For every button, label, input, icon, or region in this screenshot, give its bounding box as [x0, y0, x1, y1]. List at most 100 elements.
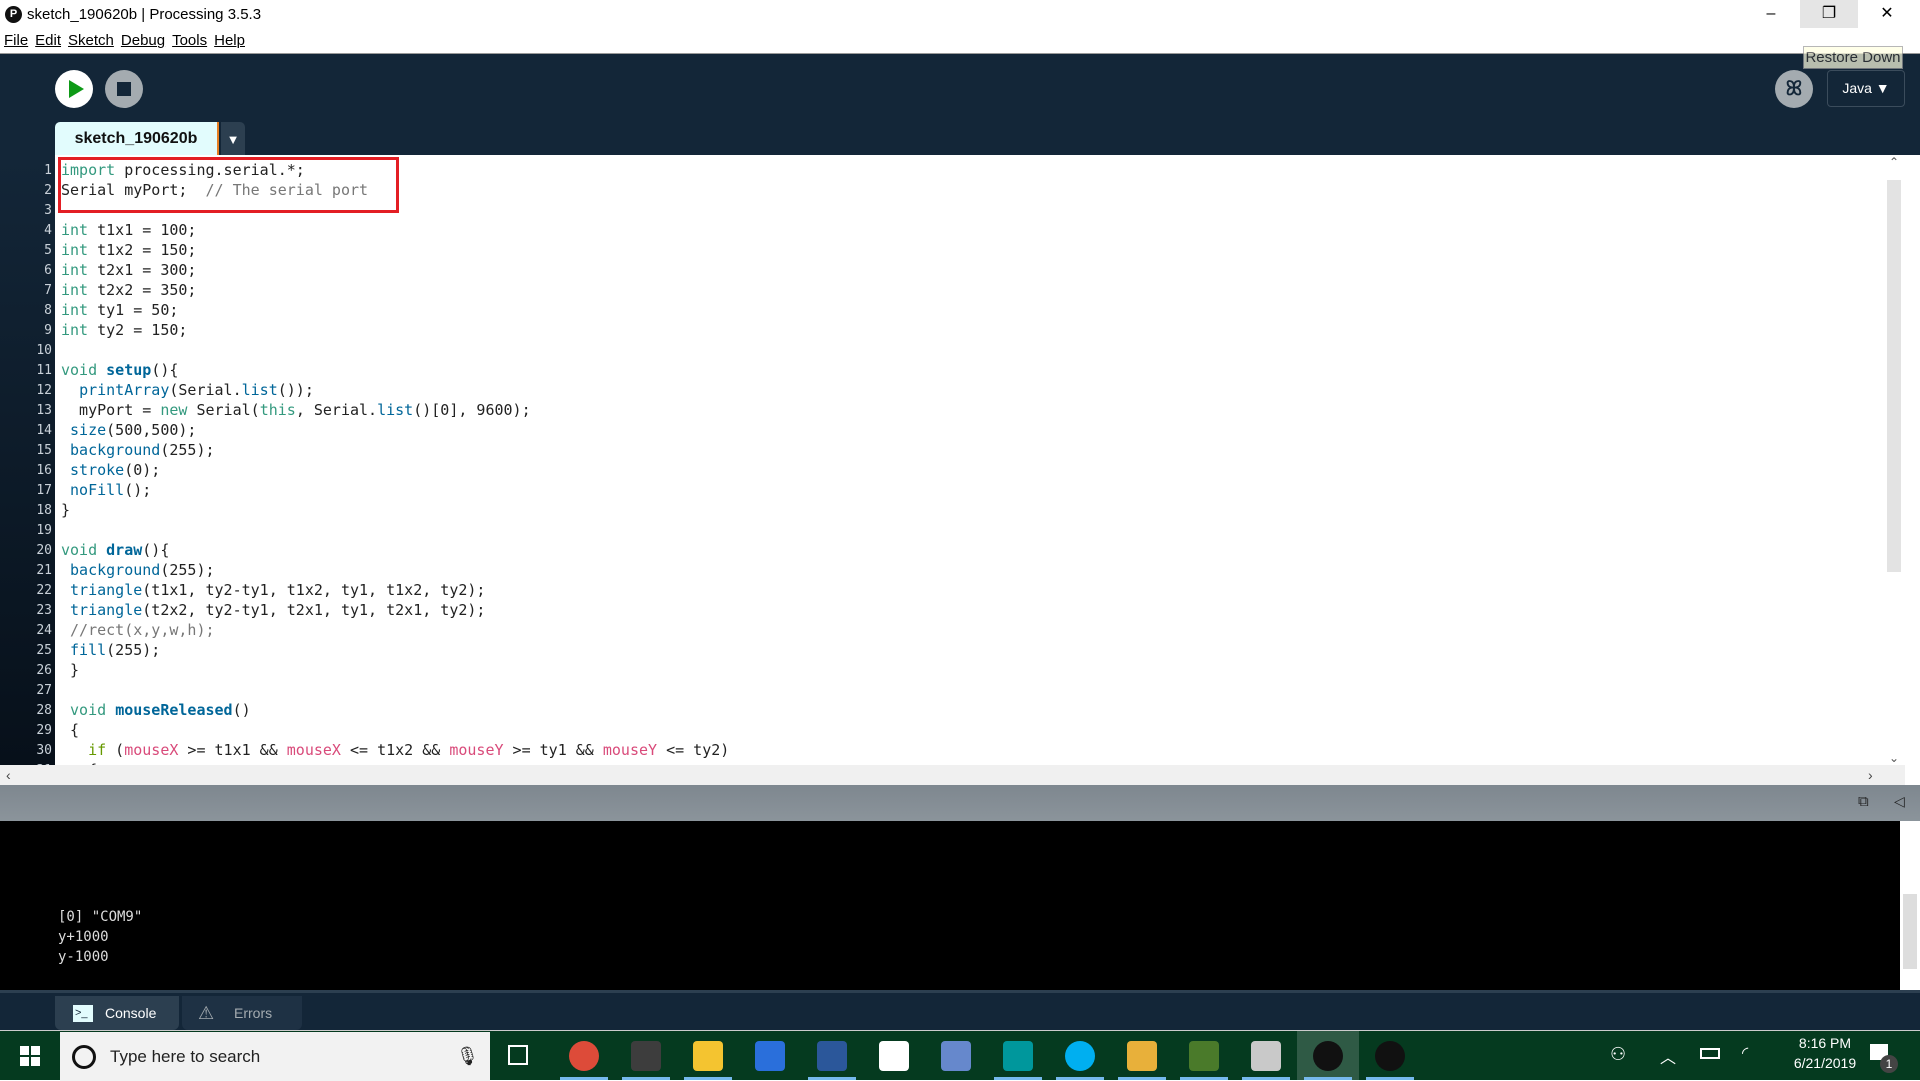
- processing-icon[interactable]: [1313, 1041, 1343, 1071]
- paint-icon[interactable]: [1251, 1041, 1281, 1071]
- code-token: t1x1 = 100;: [88, 221, 197, 239]
- console-output: [0] "COM9" y+1000 y-1000: [0, 821, 1905, 990]
- menu-debug[interactable]: Debug: [121, 30, 165, 52]
- editor-horizontal-scrollbar[interactable]: ‹ ›: [0, 765, 1905, 785]
- clock[interactable]: 8:16 PM 6/21/2019: [1780, 1035, 1870, 1071]
- code-token: ()[0], 9600);: [413, 401, 531, 419]
- code-line[interactable]: }: [61, 501, 70, 519]
- file-explorer-icon[interactable]: [693, 1041, 723, 1071]
- code-token: t2x1 = 300;: [88, 261, 197, 279]
- code-line[interactable]: triangle(t2x2, ty2-ty1, t2x1, ty1, t2x1,…: [61, 601, 485, 619]
- minimize-button[interactable]: –: [1742, 0, 1800, 28]
- battery-icon[interactable]: [1700, 1048, 1720, 1059]
- code-token: (255);: [160, 441, 215, 459]
- code-line[interactable]: }: [61, 661, 79, 679]
- code-line[interactable]: //rect(x,y,w,h);: [61, 621, 215, 639]
- media-player-icon[interactable]: [1375, 1041, 1405, 1071]
- code-line[interactable]: triangle(t1x1, ty2-ty1, t1x2, ty1, t1x2,…: [61, 581, 485, 599]
- line-number: 22: [36, 583, 52, 598]
- chevron-up-icon[interactable]: ︿: [1660, 1044, 1676, 1068]
- code-token: (t2x2, ty2-ty1, t2x1, ty1, t2x1, ty2);: [142, 601, 486, 619]
- code-line[interactable]: void mouseReleased(): [61, 701, 251, 719]
- code-line[interactable]: stroke(0);: [61, 461, 160, 479]
- menu-file[interactable]: File: [4, 30, 28, 52]
- code-line[interactable]: if (mouseX >= t1x1 && mouseX <= t1x2 && …: [61, 741, 729, 759]
- stop-button[interactable]: [105, 70, 143, 108]
- status-bar: ⧉ ◁: [0, 785, 1920, 821]
- code-line[interactable]: int ty1 = 50;: [61, 301, 178, 319]
- close-button[interactable]: ✕: [1858, 0, 1916, 28]
- copy-console-icon[interactable]: ⧉: [1858, 793, 1869, 810]
- code-line[interactable]: void draw(){: [61, 541, 169, 559]
- code-token: int: [61, 241, 89, 259]
- code-token: void: [70, 701, 107, 719]
- code-line[interactable]: int t2x2 = 350;: [61, 281, 196, 299]
- code-line[interactable]: void setup(){: [61, 361, 178, 379]
- scroll-left-icon[interactable]: ‹: [6, 765, 11, 785]
- scrollbar-thumb[interactable]: [1887, 180, 1901, 572]
- menu-help[interactable]: Help: [214, 30, 245, 52]
- time: 8:16 PM: [1798, 1035, 1852, 1051]
- tab-console-label: Console: [105, 1005, 157, 1021]
- git-tool-icon[interactable]: [1127, 1041, 1157, 1071]
- wifi-icon[interactable]: ◜: [1742, 1043, 1748, 1063]
- taskbar-search[interactable]: Type here to search 🎙: [60, 1032, 490, 1081]
- code-token: >= ty1 &&: [503, 741, 603, 759]
- code-line[interactable]: size(500,500);: [61, 421, 196, 439]
- search-placeholder: Type here to search: [110, 1047, 261, 1066]
- code-line[interactable]: fill(255);: [61, 641, 160, 659]
- tab-dropdown-button[interactable]: ▼: [221, 122, 245, 155]
- code-token: draw: [106, 541, 143, 559]
- collapse-console-icon[interactable]: ◁: [1894, 793, 1905, 810]
- warning-icon: ⚠: [198, 1003, 215, 1023]
- code-token: int: [61, 321, 89, 339]
- circuit-tool-icon[interactable]: [1189, 1041, 1219, 1071]
- console-scrollbar-thumb[interactable]: [1903, 894, 1917, 969]
- scanner-icon[interactable]: [755, 1041, 785, 1071]
- network-icon[interactable]: [941, 1041, 971, 1071]
- microphone-icon[interactable]: 🎙: [456, 1032, 479, 1081]
- tab-errors[interactable]: ⚠ Errors: [182, 996, 302, 1030]
- code-token: fill: [70, 641, 107, 659]
- scroll-up-icon[interactable]: ⌃: [1883, 155, 1905, 169]
- code-line[interactable]: myPort = new Serial(this, Serial.list()[…: [61, 401, 531, 419]
- scroll-down-icon[interactable]: ⌄: [1883, 751, 1905, 765]
- skype-icon[interactable]: [1065, 1041, 1095, 1071]
- mode-selector[interactable]: Java ▼: [1827, 70, 1905, 107]
- people-icon[interactable]: ⚇: [1610, 1044, 1626, 1065]
- code-token: (){: [142, 541, 170, 559]
- code-line[interactable]: printArray(Serial.list());: [61, 381, 314, 399]
- restore-button[interactable]: ❐: [1800, 0, 1858, 28]
- windows-start-icon[interactable]: [20, 1046, 40, 1066]
- code-line[interactable]: background(255);: [61, 561, 215, 579]
- tab-console[interactable]: >_ Console: [55, 996, 179, 1030]
- line-number: 25: [36, 643, 52, 658]
- menu-edit[interactable]: Edit: [35, 30, 61, 52]
- code-line[interactable]: int t1x1 = 100;: [61, 221, 196, 239]
- store-icon[interactable]: [879, 1041, 909, 1071]
- code-line[interactable]: {: [61, 721, 79, 739]
- code-line[interactable]: int t1x2 = 150;: [61, 241, 196, 259]
- sublime-text-icon[interactable]: [631, 1041, 661, 1071]
- debugger-butterfly-icon[interactable]: ꕤ: [1775, 70, 1813, 108]
- line-number: 13: [36, 403, 52, 418]
- menu-sketch[interactable]: Sketch: [68, 30, 114, 52]
- toolbar: [0, 54, 1920, 155]
- word-icon[interactable]: [817, 1041, 847, 1071]
- run-button[interactable]: [55, 70, 93, 108]
- line-number: 11: [36, 363, 52, 378]
- code-line[interactable]: background(255);: [61, 441, 215, 459]
- arduino-icon[interactable]: [1003, 1041, 1033, 1071]
- code-editor[interactable]: 1 2 3 4 5 6 7 8 9 10 11 12 13 14 15 16 17 18 19 20 21 22 23 24 2…: [0, 155, 1905, 765]
- menu-tools[interactable]: Tools: [172, 30, 207, 52]
- scroll-right-icon[interactable]: ›: [1868, 765, 1873, 785]
- task-view-icon[interactable]: [508, 1045, 528, 1065]
- chrome-icon[interactable]: [569, 1041, 599, 1071]
- code-line[interactable]: noFill();: [61, 481, 151, 499]
- tab-sketch[interactable]: sketch_190620b: [55, 122, 219, 155]
- code-line[interactable]: int ty2 = 150;: [61, 321, 187, 339]
- code-line[interactable]: int t2x1 = 300;: [61, 261, 196, 279]
